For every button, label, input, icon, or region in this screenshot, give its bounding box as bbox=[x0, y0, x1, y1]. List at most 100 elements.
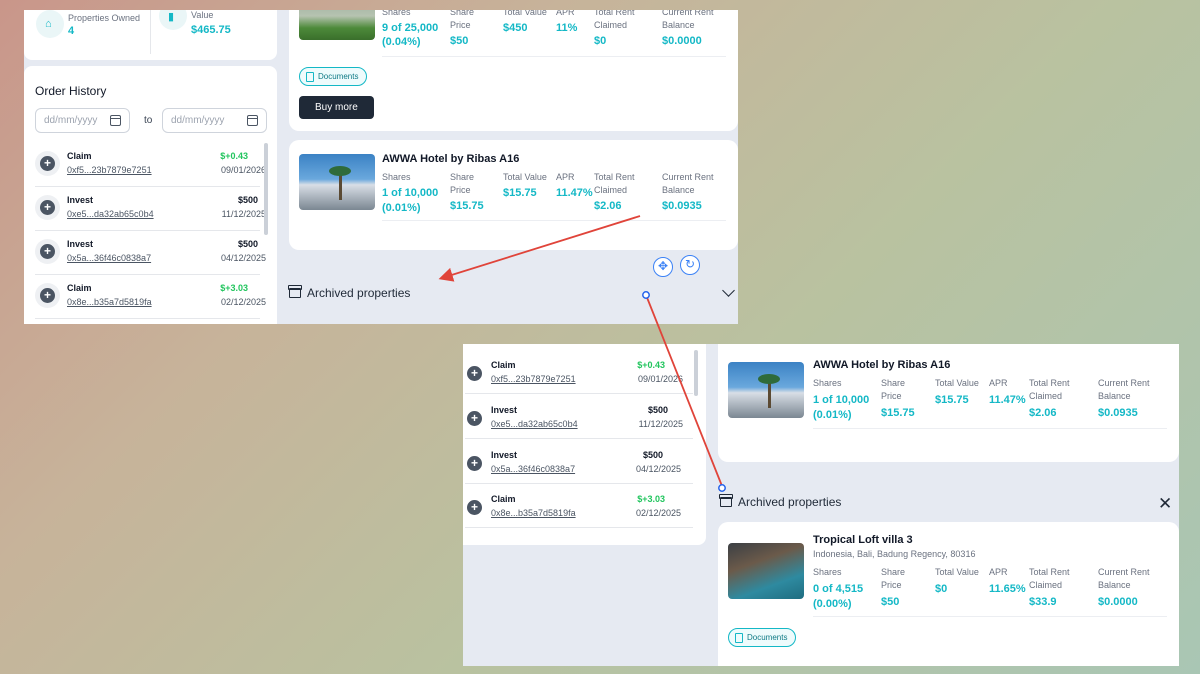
order-row[interactable]: + Invest 0x5a...36f46c0838a7 $500 04/12/… bbox=[35, 231, 266, 275]
order-hash-link[interactable]: 0xe5...da32ab65c0b4 bbox=[67, 209, 154, 219]
property-card-villa: Tropical Loft villa 3 Indonesia, Bali, B… bbox=[718, 522, 1179, 666]
apr-value: 11.47% bbox=[556, 187, 593, 199]
archived-properties-toggle[interactable]: Archived properties bbox=[288, 285, 411, 300]
buy-more-button[interactable]: Buy more bbox=[299, 96, 374, 119]
order-row[interactable]: + Invest 0xe5...da32ab65c0b4 $500 11/12/… bbox=[465, 395, 693, 439]
share-price-value: $15.75 bbox=[450, 200, 484, 212]
order-date: 04/12/2025 bbox=[220, 253, 266, 263]
documents-button[interactable]: Documents bbox=[728, 628, 797, 647]
order-row[interactable]: + Claim 0xf5...23b7879e7251 $+0.43 09/01… bbox=[35, 143, 266, 187]
order-type: Invest bbox=[67, 195, 94, 205]
plus-circle-icon[interactable]: + bbox=[40, 200, 55, 215]
total-value-value: $15.75 bbox=[503, 187, 537, 199]
apr-label: APR bbox=[989, 567, 1008, 577]
calendar-icon[interactable] bbox=[110, 115, 121, 126]
apr-value: 11.65% bbox=[989, 583, 1026, 595]
property-image bbox=[728, 543, 804, 599]
property-name: AWWA Hotel by Ribas A16 bbox=[382, 153, 520, 165]
order-type: Invest bbox=[491, 405, 518, 415]
calendar-icon[interactable] bbox=[247, 115, 258, 126]
total-value-value: $15.75 bbox=[935, 394, 969, 406]
plus-circle-icon[interactable]: + bbox=[40, 156, 55, 171]
order-type: Invest bbox=[67, 239, 94, 249]
screenshot-before: ⌂ Properties Owned 4 ▮ Total Property Va… bbox=[24, 10, 738, 324]
to-label: to bbox=[144, 115, 153, 126]
total-value-label: Total Value bbox=[503, 172, 547, 182]
order-amount: $+0.43 bbox=[220, 151, 248, 161]
plus-circle-icon[interactable]: + bbox=[467, 366, 482, 381]
archived-label: Archived properties bbox=[307, 286, 411, 300]
plus-circle-icon[interactable]: + bbox=[467, 500, 482, 515]
archive-box-icon bbox=[719, 494, 733, 507]
shares-value: 0 of 4,515 bbox=[813, 583, 864, 595]
scrollbar[interactable] bbox=[264, 143, 268, 235]
order-row[interactable]: + Invest 0x5a...36f46c0838a7 $500 04/12/… bbox=[465, 440, 693, 484]
date-to-input[interactable]: dd/mm/yyyy bbox=[162, 108, 267, 133]
palm-trunk bbox=[768, 380, 771, 408]
shares-label: Shares bbox=[382, 10, 411, 17]
order-date: 02/12/2025 bbox=[220, 297, 266, 307]
home-icon: ⌂ bbox=[36, 10, 64, 38]
share-price-label: Share Price bbox=[881, 378, 906, 401]
rent-claimed-label: Total Rent Claimed bbox=[594, 10, 635, 30]
date-from-input[interactable]: dd/mm/yyyy bbox=[35, 108, 130, 133]
rent-claimed-label: Total Rent Claimed bbox=[594, 172, 635, 195]
order-amount: $500 bbox=[237, 239, 258, 249]
scrollbar[interactable] bbox=[694, 350, 698, 396]
order-row[interactable]: + Claim 0xf5...23b7879e7251 $+0.43 09/01… bbox=[465, 350, 693, 394]
order-hash-link[interactable]: 0x8e...b35a7d5819fa bbox=[491, 508, 576, 518]
close-icon[interactable]: ✕ bbox=[1158, 495, 1172, 512]
shares-value: 1 of 10,000 bbox=[382, 187, 439, 199]
order-amount: $500 bbox=[237, 195, 258, 205]
move-tool-icon[interactable]: ✥ bbox=[653, 257, 673, 277]
plus-circle-icon[interactable]: + bbox=[40, 244, 55, 259]
share-price-value: $50 bbox=[881, 596, 900, 608]
order-date: 04/12/2025 bbox=[635, 464, 681, 474]
order-hash-link[interactable]: 0x5a...36f46c0838a7 bbox=[67, 253, 151, 263]
rent-balance-value: $0.0935 bbox=[662, 200, 702, 212]
property-card: Shares 9 of 25,000 (0.04%) Share Price $… bbox=[289, 10, 738, 131]
order-hash-link[interactable]: 0xf5...23b7879e7251 bbox=[67, 165, 152, 175]
order-date: 02/12/2025 bbox=[635, 508, 681, 518]
rent-balance-value: $0.0000 bbox=[1098, 596, 1138, 608]
share-price-label: Share Price bbox=[450, 172, 475, 195]
shares-value: 1 of 10,000 bbox=[813, 394, 870, 406]
plus-circle-icon[interactable]: + bbox=[40, 288, 55, 303]
order-row[interactable]: + Claim 0x8e...b35a7d5819fa $+3.03 02/12… bbox=[35, 275, 266, 319]
stats-card: ⌂ Properties Owned 4 ▮ Total Property Va… bbox=[24, 10, 277, 60]
order-date: 09/01/2026 bbox=[220, 165, 266, 175]
shares-label: Shares bbox=[813, 378, 842, 388]
shares-percent: (0.00%) bbox=[813, 598, 852, 610]
order-type: Claim bbox=[67, 283, 92, 293]
order-hash-link[interactable]: 0x5a...36f46c0838a7 bbox=[491, 464, 575, 474]
total-value-value: $465.75 bbox=[191, 24, 231, 36]
order-amount: $+3.03 bbox=[220, 283, 248, 293]
total-value-value: $0 bbox=[935, 583, 948, 595]
plus-circle-icon[interactable]: + bbox=[467, 411, 482, 426]
rent-balance-label: Current Rent Balance bbox=[1098, 378, 1150, 401]
share-price-label: Share Price bbox=[881, 567, 906, 590]
order-hash-link[interactable]: 0xf5...23b7879e7251 bbox=[491, 374, 576, 384]
archived-properties-header[interactable]: Archived properties bbox=[719, 494, 842, 509]
property-card-awwa: AWWA Hotel by Ribas A16 Shares 1 of 10,0… bbox=[718, 344, 1179, 462]
plus-circle-icon[interactable]: + bbox=[467, 456, 482, 471]
order-hash-link[interactable]: 0xe5...da32ab65c0b4 bbox=[491, 419, 578, 429]
divider bbox=[150, 10, 151, 54]
apr-label: APR bbox=[556, 172, 575, 182]
order-row[interactable]: + Claim 0x8e...b35a7d5819fa $+3.03 02/12… bbox=[465, 484, 693, 528]
documents-button[interactable]: Documents bbox=[299, 67, 368, 86]
order-history-list: + Claim 0xf5...23b7879e7251 $+0.43 09/01… bbox=[463, 344, 706, 545]
shares-label: Shares bbox=[813, 567, 842, 577]
rent-claimed-value: $33.9 bbox=[1029, 596, 1057, 608]
order-row[interactable]: + Invest 0xe5...da32ab65c0b4 $500 11/12/… bbox=[35, 187, 266, 231]
rent-claimed-label: Total Rent Claimed bbox=[1029, 567, 1070, 590]
document-icon bbox=[306, 71, 314, 82]
share-price-value: $15.75 bbox=[881, 407, 915, 419]
archived-label: Archived properties bbox=[738, 495, 842, 509]
order-hash-link[interactable]: 0x8e...b35a7d5819fa bbox=[67, 297, 152, 307]
rent-claimed-value: $2.06 bbox=[594, 200, 622, 212]
order-type: Invest bbox=[491, 450, 518, 460]
date-placeholder: dd/mm/yyyy bbox=[171, 115, 225, 126]
divider bbox=[382, 220, 726, 221]
refresh-tool-icon[interactable]: ↻ bbox=[680, 255, 700, 275]
